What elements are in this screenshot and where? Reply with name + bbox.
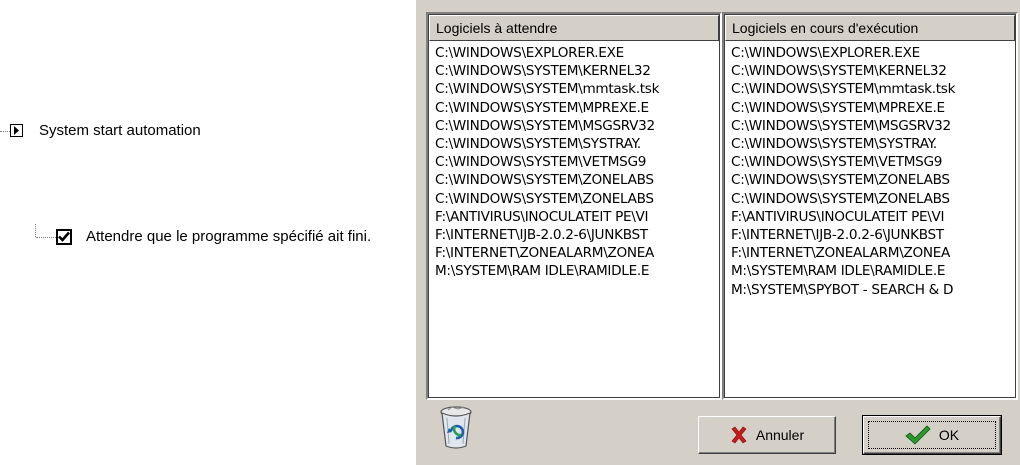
running-programs-list: C:\WINDOWS\EXPLORER.EXE C:\WINDOWS\SYSTEM… <box>725 41 1015 299</box>
list-item[interactable]: C:\WINDOWS\EXPLORER.EXE <box>435 44 719 62</box>
list-item[interactable]: F:\ANTIVIRUS\INOCULATEIT PE\VI <box>435 208 719 226</box>
running-programs-listbox[interactable]: Logiciels en cours d'exécution C:\WINDOW… <box>722 12 1018 400</box>
tree-node-system-start[interactable]: System start automation <box>10 122 201 139</box>
list-item[interactable]: C:\WINDOWS\SYSTEM\KERNEL32 <box>435 62 719 80</box>
expand-arrow-icon[interactable] <box>10 124 23 137</box>
list-item[interactable]: C:\WINDOWS\SYSTEM\MSGSRV32 <box>435 117 719 135</box>
list-item[interactable]: M:\SYSTEM\RAM IDLE\RAMIDLE.E <box>435 262 719 280</box>
list-item[interactable]: C:\WINDOWS\SYSTEM\VETMSG9 <box>435 153 719 171</box>
list-item[interactable]: F:\INTERNET\IJB-2.0.2-6\JUNKBST <box>731 226 1015 244</box>
wait-programs-dialog: Logiciels à attendre C:\WINDOWS\EXPLORER… <box>416 0 1020 465</box>
recycle-bin-icon[interactable] <box>438 404 474 450</box>
tree-connector <box>36 237 56 238</box>
list-item[interactable]: C:\WINDOWS\EXPLORER.EXE <box>731 44 1015 62</box>
list-item[interactable]: C:\WINDOWS\SYSTEM\ZONELABS <box>731 171 1015 189</box>
list-item[interactable]: C:\WINDOWS\SYSTEM\MSGSRV32 <box>731 117 1015 135</box>
list-item[interactable]: C:\WINDOWS\SYSTEM\VETMSG9 <box>731 153 1015 171</box>
tree-connector <box>0 131 10 132</box>
wait-checkbox[interactable] <box>56 228 72 245</box>
checkmark-icon <box>58 231 70 242</box>
green-check-icon <box>905 425 931 445</box>
list-item[interactable]: F:\ANTIVIRUS\INOCULATEIT PE\VI <box>731 208 1015 226</box>
list-item[interactable]: C:\WINDOWS\SYSTEM\mmtask.tsk <box>731 80 1015 98</box>
list-item[interactable]: C:\WINDOWS\SYSTEM\ZONELABS <box>435 190 719 208</box>
wait-option-label: Attendre que le programme spécifié ait f… <box>86 228 372 245</box>
focus-rectangle <box>868 421 996 449</box>
tree-node-label: System start automation <box>39 122 201 139</box>
ok-button[interactable]: OK <box>862 415 1002 455</box>
list-item[interactable]: C:\WINDOWS\SYSTEM\ZONELABS <box>435 171 719 189</box>
cancel-label: Annuler <box>755 427 805 443</box>
list-item[interactable]: M:\SYSTEM\RAM IDLE\RAMIDLE.E <box>731 262 1015 280</box>
tree-connector <box>35 224 36 237</box>
list-item[interactable]: C:\WINDOWS\SYSTEM\ZONELABS <box>731 190 1015 208</box>
list-item[interactable]: F:\INTERNET\ZONEALARM\ZONEA <box>435 244 719 262</box>
list-item[interactable]: C:\WINDOWS\SYSTEM\MPREXE.E <box>731 99 1015 117</box>
list-item[interactable]: F:\INTERNET\ZONEALARM\ZONEA <box>731 244 1015 262</box>
list-item[interactable]: F:\INTERNET\IJB-2.0.2-6\JUNKBST <box>435 226 719 244</box>
list-item[interactable]: C:\WINDOWS\SYSTEM\MPREXE.E <box>435 99 719 117</box>
list-item[interactable]: C:\WINDOWS\SYSTEM\KERNEL32 <box>731 62 1015 80</box>
column-header-running[interactable]: Logiciels en cours d'exécution <box>725 15 1015 41</box>
column-header-to-wait[interactable]: Logiciels à attendre <box>429 15 719 41</box>
list-item[interactable]: C:\WINDOWS\SYSTEM\SYSTRAY. <box>435 135 719 153</box>
tree-node-wait-option[interactable]: Attendre que le programme spécifié ait f… <box>56 228 371 245</box>
red-x-icon <box>731 426 747 444</box>
programs-to-wait-list: C:\WINDOWS\EXPLORER.EXE C:\WINDOWS\SYSTEM… <box>429 41 719 281</box>
ok-label: OK <box>938 427 960 443</box>
list-item[interactable]: M:\SYSTEM\SPYBOT - SEARCH & D <box>731 281 1015 299</box>
list-item[interactable]: C:\WINDOWS\SYSTEM\SYSTRAY. <box>731 135 1015 153</box>
cancel-button[interactable]: Annuler <box>698 416 836 454</box>
programs-to-wait-listbox[interactable]: Logiciels à attendre C:\WINDOWS\EXPLORER… <box>426 12 722 400</box>
list-item[interactable]: C:\WINDOWS\SYSTEM\mmtask.tsk <box>435 80 719 98</box>
